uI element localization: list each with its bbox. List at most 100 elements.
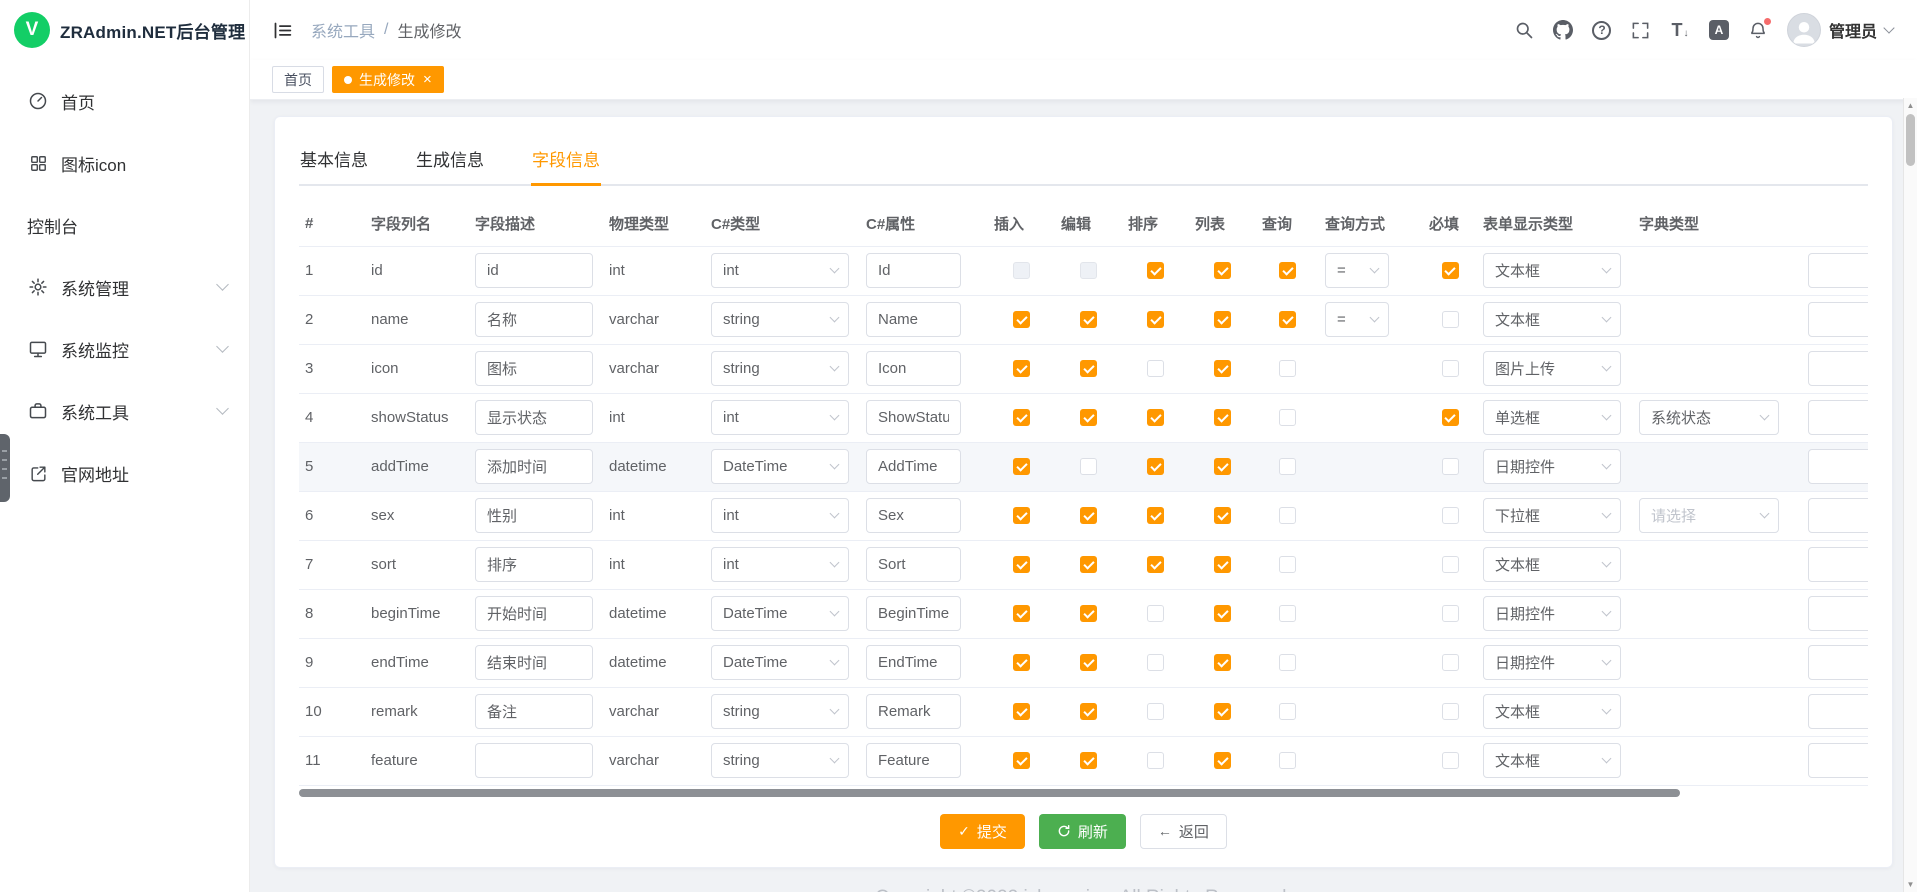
extra-input[interactable]	[1808, 449, 1868, 484]
display-type-select[interactable]: 下拉框	[1483, 498, 1621, 533]
csharp-type-select[interactable]: string	[711, 694, 849, 729]
display-type-select[interactable]: 文本框	[1483, 743, 1621, 778]
csharp-property-input[interactable]	[866, 400, 961, 435]
required-checkbox[interactable]	[1442, 262, 1459, 279]
display-type-select[interactable]: 文本框	[1483, 302, 1621, 337]
csharp-property-input[interactable]	[866, 449, 961, 484]
extra-input[interactable]	[1808, 743, 1868, 778]
query-checkbox[interactable]	[1279, 556, 1296, 573]
required-checkbox[interactable]	[1442, 458, 1459, 475]
required-checkbox[interactable]	[1442, 311, 1459, 328]
csharp-type-select[interactable]: int	[711, 400, 849, 435]
insert-checkbox[interactable]	[1013, 311, 1030, 328]
edit-checkbox[interactable]	[1080, 752, 1097, 769]
query-checkbox[interactable]	[1279, 703, 1296, 720]
display-type-select[interactable]: 文本框	[1483, 547, 1621, 582]
insert-checkbox[interactable]	[1013, 654, 1030, 671]
query-method-select[interactable]: =	[1325, 302, 1389, 337]
sidebar-item-icons[interactable]: 图标icon	[0, 132, 249, 194]
csharp-property-input[interactable]	[866, 547, 961, 582]
insert-checkbox[interactable]	[1013, 360, 1030, 377]
description-input[interactable]	[475, 400, 593, 435]
description-input[interactable]	[475, 302, 593, 337]
bell-icon[interactable]	[1748, 17, 1768, 43]
csharp-type-select[interactable]: string	[711, 351, 849, 386]
scroll-up-arrow[interactable]: ▲	[1907, 98, 1915, 113]
description-input[interactable]	[475, 351, 593, 386]
edit-checkbox[interactable]	[1080, 409, 1097, 426]
list-checkbox[interactable]	[1214, 507, 1231, 524]
insert-checkbox[interactable]	[1013, 458, 1030, 475]
required-checkbox[interactable]	[1442, 409, 1459, 426]
required-checkbox[interactable]	[1442, 752, 1459, 769]
sidebar-item-console[interactable]: 控制台	[0, 194, 249, 256]
display-type-select[interactable]: 单选框	[1483, 400, 1621, 435]
list-checkbox[interactable]	[1214, 311, 1231, 328]
font-size-icon[interactable]: T↓	[1670, 17, 1690, 43]
extra-input[interactable]	[1808, 694, 1868, 729]
edit-checkbox[interactable]	[1080, 311, 1097, 328]
sort-checkbox[interactable]	[1147, 409, 1164, 426]
extra-input[interactable]	[1808, 400, 1868, 435]
sort-checkbox[interactable]	[1147, 556, 1164, 573]
csharp-property-input[interactable]	[866, 743, 961, 778]
display-type-select[interactable]: 日期控件	[1483, 449, 1621, 484]
sidebar-item-system-monitor[interactable]: 系统监控	[0, 318, 249, 380]
required-checkbox[interactable]	[1442, 654, 1459, 671]
collapse-sidebar-icon[interactable]	[272, 20, 293, 41]
required-checkbox[interactable]	[1442, 360, 1459, 377]
refresh-button[interactable]: 刷新	[1039, 814, 1126, 849]
list-checkbox[interactable]	[1214, 654, 1231, 671]
tab-generate-info[interactable]: 生成信息	[415, 137, 485, 186]
extra-input[interactable]	[1808, 498, 1868, 533]
list-checkbox[interactable]	[1214, 360, 1231, 377]
extra-input[interactable]	[1808, 596, 1868, 631]
back-button[interactable]: ← 返回	[1140, 814, 1227, 849]
extra-input[interactable]	[1808, 547, 1868, 582]
sort-checkbox[interactable]	[1147, 703, 1164, 720]
breadcrumb-parent[interactable]: 系统工具	[311, 18, 375, 42]
display-type-select[interactable]: 日期控件	[1483, 645, 1621, 680]
csharp-property-input[interactable]	[866, 596, 961, 631]
csharp-property-input[interactable]	[866, 253, 961, 288]
edit-checkbox[interactable]	[1080, 507, 1097, 524]
edit-checkbox[interactable]	[1080, 703, 1097, 720]
sort-checkbox[interactable]	[1147, 507, 1164, 524]
edit-checkbox[interactable]	[1080, 556, 1097, 573]
insert-checkbox[interactable]	[1013, 752, 1030, 769]
required-checkbox[interactable]	[1442, 703, 1459, 720]
query-checkbox[interactable]	[1279, 507, 1296, 524]
github-icon[interactable]	[1553, 17, 1573, 43]
edit-checkbox[interactable]	[1080, 605, 1097, 622]
list-checkbox[interactable]	[1214, 703, 1231, 720]
csharp-type-select[interactable]: int	[711, 498, 849, 533]
extra-input[interactable]	[1808, 302, 1868, 337]
description-input[interactable]	[475, 449, 593, 484]
dict-type-select[interactable]: 请选择	[1639, 498, 1779, 533]
submit-button[interactable]: ✓ 提交	[940, 814, 1025, 849]
csharp-type-select[interactable]: int	[711, 547, 849, 582]
query-checkbox[interactable]	[1279, 654, 1296, 671]
extra-input[interactable]	[1808, 351, 1868, 386]
insert-checkbox[interactable]	[1013, 605, 1030, 622]
csharp-type-select[interactable]: string	[711, 302, 849, 337]
edit-checkbox[interactable]	[1080, 262, 1097, 279]
sidebar-scroll-handle[interactable]	[0, 434, 10, 502]
sort-checkbox[interactable]	[1147, 311, 1164, 328]
sort-checkbox[interactable]	[1147, 605, 1164, 622]
sort-checkbox[interactable]	[1147, 752, 1164, 769]
list-checkbox[interactable]	[1214, 752, 1231, 769]
sort-checkbox[interactable]	[1147, 262, 1164, 279]
csharp-type-select[interactable]: DateTime	[711, 645, 849, 680]
close-tag-icon[interactable]: ×	[423, 72, 432, 87]
required-checkbox[interactable]	[1442, 605, 1459, 622]
insert-checkbox[interactable]	[1013, 409, 1030, 426]
sort-checkbox[interactable]	[1147, 458, 1164, 475]
sidebar-item-website[interactable]: 官网地址	[0, 442, 249, 504]
insert-checkbox[interactable]	[1013, 262, 1030, 279]
horizontal-scrollbar-thumb[interactable]	[299, 789, 1680, 797]
csharp-property-input[interactable]	[866, 645, 961, 680]
query-checkbox[interactable]	[1279, 458, 1296, 475]
description-input[interactable]	[475, 645, 593, 680]
display-type-select[interactable]: 文本框	[1483, 253, 1621, 288]
